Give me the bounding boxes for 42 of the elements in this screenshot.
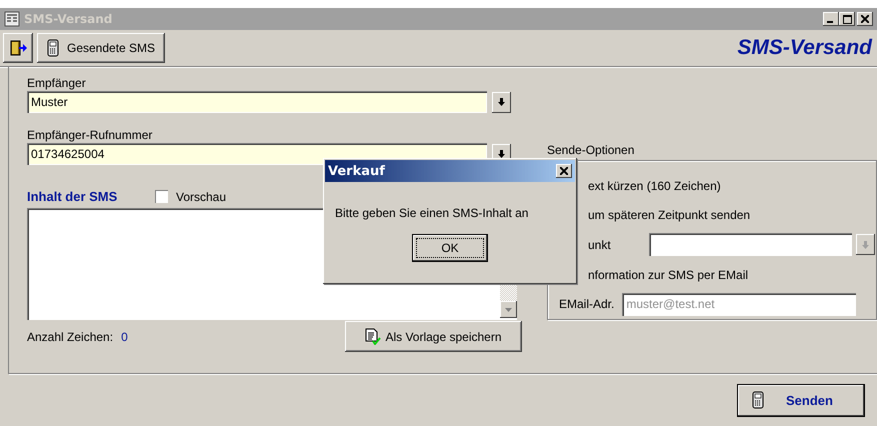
exit-door-icon [9, 39, 27, 57]
app-heading: SMS-Versand [737, 36, 874, 60]
maximize-button[interactable] [839, 12, 855, 26]
save-template-button[interactable]: Als Vorlage speichern [345, 321, 522, 352]
group-title: Sende-Optionen [547, 143, 636, 157]
phone-icon [47, 39, 59, 57]
close-icon [861, 15, 869, 23]
dropdown-button[interactable] [492, 92, 511, 112]
count-label: Anzahl Zeichen: [27, 330, 114, 344]
sent-sms-button[interactable]: Gesendete SMS [37, 33, 166, 63]
option-label: nformation zur SMS per EMail [588, 268, 748, 282]
exit-button[interactable] [3, 33, 33, 63]
option-label: ext kürzen (160 Zeichen) [588, 178, 721, 193]
section-heading: Inhalt der SMS [27, 189, 118, 204]
send-button[interactable]: Senden [737, 384, 865, 416]
close-button[interactable] [857, 12, 873, 26]
close-button[interactable] [556, 164, 572, 178]
field-label: Empfänger [27, 75, 87, 91]
down-arrow-icon [862, 240, 869, 249]
document-check-icon [365, 328, 382, 345]
preview-checkbox[interactable] [155, 190, 168, 203]
option-label: um späteren Zeitpunkt senden [588, 208, 750, 222]
recipient-field[interactable]: Muster [27, 91, 487, 113]
checkbox-label: Vorschau [176, 190, 226, 204]
minimize-button[interactable] [823, 12, 839, 26]
ok-button[interactable]: OK [412, 234, 488, 262]
count-value: 0 [121, 330, 128, 344]
time-combo-field[interactable] [648, 233, 852, 256]
field-label: EMail-Adr. [559, 297, 614, 312]
phone-icon [752, 391, 764, 409]
window-icon [4, 11, 20, 27]
down-arrow-icon [498, 150, 505, 158]
email-field[interactable]: muster@test.net [622, 292, 856, 316]
down-arrow-icon [498, 98, 505, 106]
scroll-down-button[interactable] [500, 301, 517, 318]
close-icon [560, 167, 568, 175]
dialog-message: Bitte geben Sie einen SMS-Inhalt an [335, 206, 530, 220]
maximize-icon [842, 14, 852, 24]
down-triangle-icon [505, 308, 512, 312]
field-label: Empfänger-Rufnummer [27, 127, 154, 143]
field-label: unkt [588, 238, 611, 252]
dialog-title: Verkauf [328, 164, 385, 178]
